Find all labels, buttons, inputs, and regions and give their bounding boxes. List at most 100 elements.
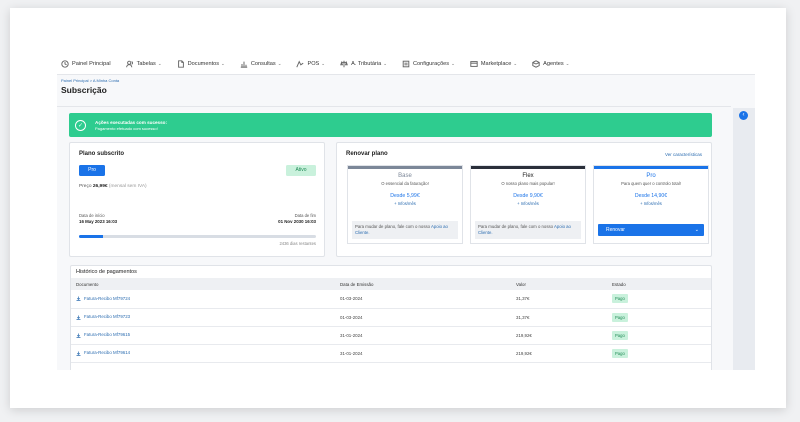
alert-title: Ações executadas com sucesso: [95,119,168,125]
page-title: Subscrição [61,85,107,95]
check-circle-icon: ✓ [75,119,86,131]
nav-item-marketplace[interactable]: Marketplace ⌄ [470,60,517,68]
agents-icon [532,59,540,68]
top-navigation: Painel Principal Tabelas ⌄ Documentos ⌄ Co… [57,53,755,75]
status-badge: Pago [612,312,628,322]
plan-option-flex[interactable]: Flex O nosso plano mais popular! Desde 9… [470,165,586,244]
amount: 31,37€ [511,308,607,327]
plan-change-info: Para mudar de plano, fale com o nosso Ap… [475,221,581,239]
payment-history-table: Documento Data de Emissão Valor Estado F… [71,278,711,363]
chevron-down-icon: ⌄ [277,60,282,66]
document-link[interactable]: Fatura-Recibo Mf79723 [76,314,130,320]
plan-option-desc: O nosso plano mais popular! [501,181,555,186]
nav-item-configuracoes[interactable]: Configurações ⌄ [402,60,455,68]
nav-item-pos[interactable]: POS ⌄ [296,59,326,68]
document-link[interactable]: Fatura-Recibo Mf79614 [76,350,130,356]
plan-color-bar [348,166,462,169]
screenshot-frame: Painel Principal Tabelas ⌄ Documentos ⌄ Co… [10,8,786,408]
plan-option-pro[interactable]: Pro Para quem quer o controlo total! Des… [593,165,709,244]
issue-date: 01-03-2024 [335,308,511,327]
chevron-down-icon: ⌄ [694,227,699,233]
plan-option-desc: Para quem quer o controlo total! [621,181,681,186]
plan-option-more-link[interactable]: + Infos/mês [348,201,462,206]
breadcrumb: Painel Principal > A Minha Conta [61,78,751,83]
expand-sidebar-button[interactable]: ‹ [739,111,748,120]
amount: 219,92€ [511,344,607,363]
renew-button[interactable]: Renovar ⌄ [598,224,704,236]
plan-card-title: Plano subscrito [79,151,125,157]
subscribed-plan-card: Plano subscrito Pro Ativo Preço 26,99€ (… [69,142,325,257]
plan-color-bar [594,166,708,169]
right-sidebar: ‹ [733,108,755,370]
status-badge: Pago [612,348,628,358]
table-row: Fatura-Recibo Mf79615 31-01-2024 219,92€… [71,326,711,345]
download-icon [76,296,81,302]
chevron-down-icon: ⌄ [157,60,162,66]
plan-option-price: Desde 14,90€ [634,193,668,199]
chevron-down-icon: ⌄ [451,60,455,66]
download-icon [76,351,81,356]
table-header-row: Documento Data de Emissão Valor Estado [71,278,711,290]
plan-option-price: Desde 9,90€ [513,193,543,199]
download-icon [76,315,81,320]
nav-item-consultas[interactable]: Consultas ⌄ [240,60,282,68]
alert-message: Pagamento efetuado com sucesso! [95,125,158,131]
table-row: Fatura-Recibo Mf79724 01-03-2024 31,37€ … [71,290,711,309]
download-icon [76,333,81,338]
payment-history-card: Histórico de pagamentos Documento Data d… [70,265,712,370]
days-remaining: 2436 dias restantes [279,241,316,246]
column-header-data: Data de Emissão [335,278,511,290]
breadcrumb-current[interactable]: A Minha Conta [93,78,119,83]
subscription-progress-bar [79,235,316,238]
plan-price: Preço 26,99€ (mensal sem IVA) [79,184,147,189]
tax-icon [340,60,348,67]
history-title: Histórico de pagamentos [76,269,137,275]
column-header-valor: Valor [511,278,607,290]
nav-item-documentos[interactable]: Documentos ⌄ [177,59,225,68]
header-divider [57,106,731,107]
marketplace-icon [470,60,478,67]
see-features-link[interactable]: Ver características [665,152,702,157]
nav-item-painel-principal[interactable]: Painel Principal [61,59,111,68]
breadcrumb-home[interactable]: Painel Principal [61,78,89,83]
success-alert: ✓ Ações executadas com sucesso: Pagament… [69,113,712,137]
chevron-down-icon: ⌄ [221,60,225,66]
status-badge: Pago [612,294,628,304]
progress-fill [79,235,103,238]
chart-icon [240,61,248,68]
issue-date: 01-03-2024 [335,290,511,309]
issue-date: 31-01-2024 [335,344,511,363]
page-header: Painel Principal > A Minha Conta Subscri… [57,75,755,95]
status-badge: Pago [612,330,628,340]
table-row: Fatura-Recibo Mf79723 01-03-2024 31,37€ … [71,308,711,327]
amount: 219,92€ [511,326,607,345]
plan-option-more-link[interactable]: + Infos/mês [471,201,585,206]
document-link[interactable]: Fatura-Recibo Mf79724 [76,296,130,302]
plan-option-desc: O essencial da faturação! [381,181,429,186]
renew-card-title: Renovar plano [346,151,388,157]
settings-icon [402,60,410,67]
chevron-down-icon: ⌄ [565,60,570,66]
table-row: Fatura-Recibo Mf79614 31-01-2024 219,92€… [71,344,711,363]
plan-option-price: Desde 5,99€ [390,193,420,199]
end-date: Data de fim 01 Nov 2030 16:03 [278,213,316,224]
plan-change-info: Para mudar de plano, fale com o nosso Ap… [352,221,458,239]
plan-options: Base O essencial da faturação! Desde 5,9… [347,165,716,244]
nav-item-agentes[interactable]: Agentes ⌄ [532,59,570,68]
plan-option-base[interactable]: Base O essencial da faturação! Desde 5,9… [347,165,463,244]
clock-icon [61,59,69,68]
plan-name-badge: Pro [79,165,105,176]
app-window: Painel Principal Tabelas ⌄ Documentos ⌄ Co… [57,53,755,370]
nav-item-tabelas[interactable]: Tabelas ⌄ [125,60,162,68]
status-badge: Ativo [286,165,316,176]
users-icon [125,60,133,67]
start-date: Data de início 16 May 2023 16:03 [79,213,118,224]
nav-item-a-tributaria[interactable]: A. Tributária ⌄ [340,60,387,68]
chevron-down-icon: ⌄ [513,60,518,66]
chevron-down-icon: ⌄ [321,60,326,66]
plan-option-more-link[interactable]: + Infos/mês [594,201,708,206]
document-link[interactable]: Fatura-Recibo Mf79615 [76,332,130,338]
plan-option-name: Flex [522,173,534,179]
issue-date: 31-01-2024 [335,326,511,345]
plan-color-bar [471,166,585,169]
